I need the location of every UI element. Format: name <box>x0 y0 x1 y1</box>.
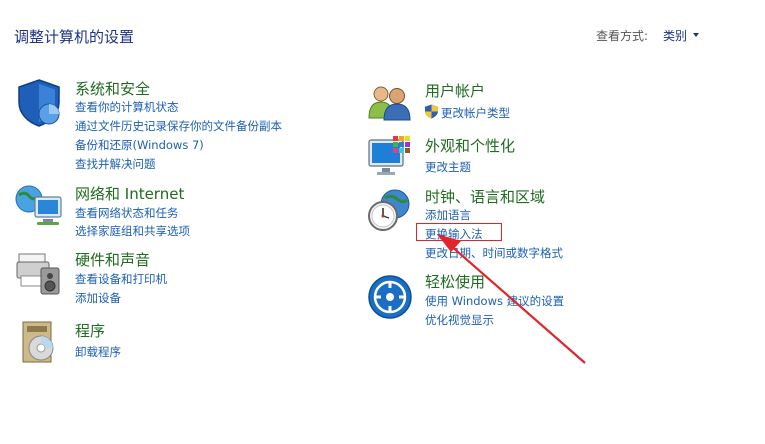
clock-globe-icon[interactable] <box>365 186 413 234</box>
view-by-dropdown[interactable]: 类别 <box>663 27 687 44</box>
programs-disk-icon[interactable] <box>17 320 61 364</box>
link-uninstall-program[interactable]: 卸载程序 <box>75 344 121 360</box>
users-icon[interactable] <box>367 82 413 122</box>
link-homegroup-sharing[interactable]: 选择家庭组和共享选项 <box>75 223 190 239</box>
monitor-palette-icon[interactable] <box>367 134 415 178</box>
category-ease-of-access[interactable]: 轻松使用 <box>425 271 485 292</box>
category-system-security[interactable]: 系统和安全 <box>75 78 150 99</box>
link-change-theme[interactable]: 更改主题 <box>425 159 471 175</box>
chevron-down-icon[interactable] <box>693 33 699 37</box>
link-view-computer-status[interactable]: 查看你的计算机状态 <box>75 99 179 115</box>
printer-speaker-icon[interactable] <box>15 248 63 296</box>
link-devices-printers[interactable]: 查看设备和打印机 <box>75 271 167 287</box>
link-troubleshoot[interactable]: 查找并解决问题 <box>75 156 156 172</box>
uac-shield-icon <box>425 104 438 119</box>
link-view-network-status[interactable]: 查看网络状态和任务 <box>75 205 179 221</box>
link-optimize-visual-display[interactable]: 优化视觉显示 <box>425 312 494 328</box>
category-network-internet[interactable]: 网络和 Internet <box>75 183 184 204</box>
security-shield-icon[interactable] <box>15 78 63 128</box>
link-change-account-type[interactable]: 更改帐户类型 <box>441 105 510 121</box>
page-title: 调整计算机的设置 <box>14 28 135 46</box>
category-appearance-personalization[interactable]: 外观和个性化 <box>425 135 515 156</box>
category-clock-language-region[interactable]: 时钟、语言和区域 <box>425 186 545 207</box>
link-windows-recommended-settings[interactable]: 使用 Windows 建议的设置 <box>425 293 564 309</box>
view-by-label: 查看方式: <box>596 29 649 43</box>
category-user-accounts[interactable]: 用户帐户 <box>425 80 485 101</box>
link-add-language[interactable]: 添加语言 <box>425 207 471 223</box>
network-globe-icon[interactable] <box>13 183 65 229</box>
link-change-date-time-format[interactable]: 更改日期、时间或数字格式 <box>425 245 563 261</box>
link-add-device[interactable]: 添加设备 <box>75 290 121 306</box>
ease-of-access-icon[interactable] <box>367 274 413 320</box>
category-hardware-sound[interactable]: 硬件和声音 <box>75 249 150 270</box>
annotation-highlight-box <box>416 223 502 241</box>
link-backup-restore[interactable]: 备份和还原(Windows 7) <box>75 137 204 153</box>
category-programs[interactable]: 程序 <box>75 320 105 341</box>
link-file-history-backup[interactable]: 通过文件历史记录保存你的文件备份副本 <box>75 118 282 134</box>
